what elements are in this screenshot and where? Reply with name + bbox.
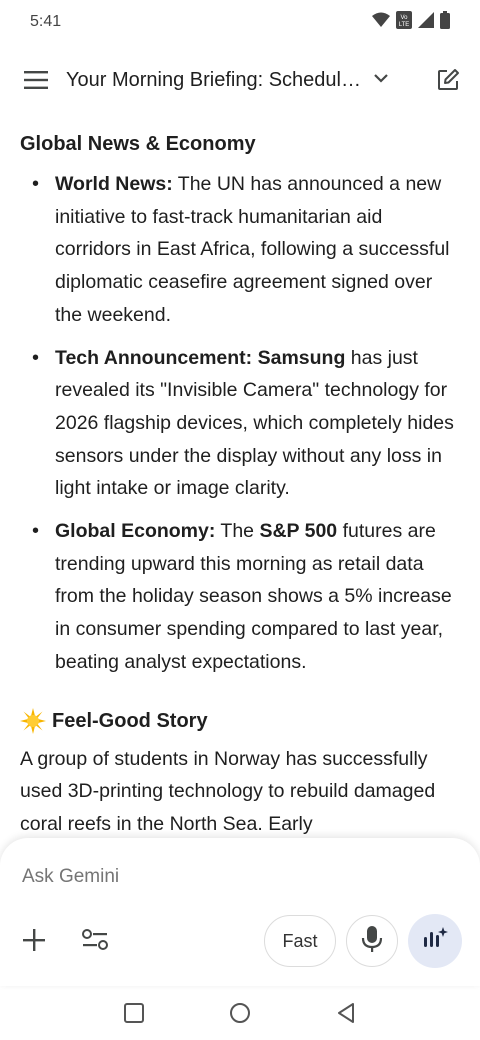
svg-text:Vo: Vo bbox=[400, 15, 408, 21]
live-icon bbox=[421, 926, 449, 957]
status-icons: Vo LTE bbox=[372, 10, 450, 34]
status-bar: 5:41 Vo LTE bbox=[0, 0, 480, 44]
back-icon[interactable] bbox=[335, 1002, 357, 1029]
signal-icon bbox=[418, 11, 434, 33]
tools-icon[interactable] bbox=[80, 926, 110, 959]
composer-panel: Fast bbox=[0, 838, 480, 986]
feel-good-paragraph: A group of students in Norway has succes… bbox=[20, 747, 436, 835]
bullet-text: has just revealed its "Invisible Camera"… bbox=[55, 346, 454, 500]
response-content: Global News & Economy World News: The UN… bbox=[0, 120, 480, 840]
menu-icon[interactable] bbox=[20, 64, 52, 96]
model-mode-label: Fast bbox=[282, 930, 318, 951]
live-button[interactable] bbox=[408, 914, 462, 968]
chevron-down-icon bbox=[373, 71, 389, 89]
chat-title-dropdown[interactable]: Your Morning Briefing: Schedul… bbox=[66, 69, 412, 92]
volte-icon: Vo LTE bbox=[396, 10, 412, 34]
bullet-text: The bbox=[215, 520, 260, 543]
feel-good-heading: Feel-Good Story bbox=[20, 707, 460, 735]
ask-gemini-input[interactable] bbox=[22, 866, 442, 888]
section-heading: Global News & Economy bbox=[20, 133, 256, 155]
list-item: Tech Announcement: Samsung has just reve… bbox=[20, 342, 460, 506]
feel-good-title: Feel-Good Story bbox=[52, 709, 208, 732]
mic-icon bbox=[361, 925, 383, 958]
battery-icon bbox=[440, 10, 450, 34]
bullet-text: The UN has announced a new initiative to… bbox=[55, 173, 450, 326]
bullet-bold: Global Economy: bbox=[55, 520, 216, 543]
bullet-bold: World News: bbox=[55, 173, 173, 195]
bullet-bold: Tech Announcement: Samsung bbox=[55, 346, 346, 369]
bullet-bold-inline: S&P 500 bbox=[259, 520, 338, 543]
list-item: World News: The UN has announced a new i… bbox=[20, 168, 460, 332]
edit-icon[interactable] bbox=[432, 64, 464, 96]
status-time: 5:41 bbox=[30, 13, 62, 30]
svg-text:LTE: LTE bbox=[399, 22, 410, 28]
top-app-bar: Your Morning Briefing: Schedul… bbox=[0, 54, 480, 106]
model-mode-button[interactable]: Fast bbox=[264, 915, 336, 967]
system-nav-bar bbox=[0, 990, 480, 1040]
composer-toolbar: Fast bbox=[0, 914, 480, 970]
wifi-icon bbox=[372, 12, 390, 33]
recents-icon[interactable] bbox=[123, 1002, 145, 1029]
plus-icon[interactable] bbox=[20, 926, 48, 959]
list-item: Global Economy: The S&P 500 futures are … bbox=[20, 515, 460, 679]
home-icon[interactable] bbox=[229, 1002, 251, 1029]
sun-icon bbox=[20, 707, 46, 734]
chat-title: Your Morning Briefing: Schedul… bbox=[66, 68, 361, 91]
bullet-text: futures are trending upward this morning… bbox=[55, 520, 452, 673]
news-list: World News: The UN has announced a new i… bbox=[20, 168, 460, 679]
mic-button[interactable] bbox=[346, 915, 398, 967]
